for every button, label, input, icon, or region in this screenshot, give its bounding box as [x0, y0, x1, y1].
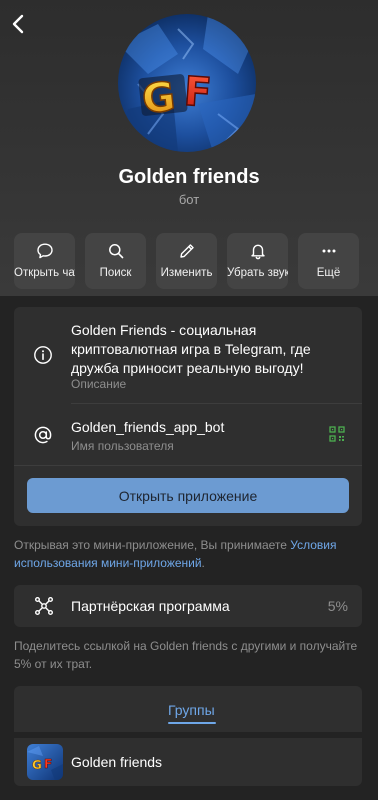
open-chat-button[interactable]: Открыть чат	[14, 233, 75, 289]
svg-text:G: G	[140, 74, 177, 123]
bell-icon	[250, 244, 265, 260]
search-icon	[108, 244, 123, 259]
profile-header: G F Golden friends бот Открыть чат Поиск…	[0, 0, 378, 296]
bot-type-label: бот	[178, 192, 200, 207]
mute-label: Убрать звук	[227, 267, 288, 279]
svg-text:F: F	[182, 69, 212, 117]
open-app-button[interactable]: Открыть приложение	[27, 478, 349, 513]
tab-active-indicator	[168, 722, 216, 724]
partner-program-note: Поделитесь ссылкой на Golden friends с д…	[14, 639, 358, 671]
action-bar: Открыть чат Поиск Изменить Убрать звук Е…	[14, 233, 362, 289]
back-arrow-icon	[12, 14, 24, 34]
username-text[interactable]: Golden_friends_app_bot	[71, 419, 224, 435]
bot-name: Golden friends	[118, 166, 260, 188]
qr-code-icon[interactable]	[329, 426, 345, 442]
mini-app-terms-note: Открывая это мини-приложение, Вы принима…	[14, 536, 360, 572]
more-label: Ещё	[316, 267, 341, 279]
group-list-item[interactable]: G F Golden friends	[14, 738, 362, 786]
partner-program-row[interactable]: Партнёрская программа 5%	[14, 585, 362, 627]
description-caption: Описание	[71, 377, 127, 391]
tab-groups[interactable]: Группы	[168, 702, 215, 718]
back-button[interactable]	[6, 10, 32, 38]
svg-text:F: F	[44, 757, 52, 771]
partner-program-label: Партнёрская программа	[71, 598, 230, 614]
more-dots-icon	[322, 249, 335, 253]
edit-button[interactable]: Изменить	[156, 233, 217, 289]
edit-label: Изменить	[160, 267, 213, 279]
open-chat-label: Открыть чат	[14, 267, 75, 279]
partner-program-value: 5%	[327, 598, 348, 614]
more-button[interactable]: Ещё	[298, 233, 359, 289]
group-avatar: G F	[27, 744, 63, 780]
search-label: Поиск	[99, 267, 132, 279]
pencil-icon	[179, 244, 194, 258]
mute-button[interactable]: Убрать звук	[227, 233, 288, 289]
chat-bubble-icon	[36, 243, 53, 259]
group-name: Golden friends	[71, 754, 163, 770]
search-button[interactable]: Поиск	[85, 233, 146, 289]
divider	[71, 403, 362, 404]
svg-text:G: G	[32, 758, 42, 772]
groups-tab-bar: Группы	[14, 686, 362, 732]
network-icon	[35, 597, 53, 615]
description-text[interactable]: Golden Friends - социальная криптовалютн…	[71, 321, 353, 378]
info-icon	[34, 346, 52, 364]
golden-friends-logo: G F	[118, 14, 256, 152]
username-caption: Имя пользователя	[71, 439, 174, 453]
divider	[14, 465, 362, 466]
golden-friends-group-logo: G F	[27, 744, 63, 780]
at-sign-icon	[34, 426, 52, 444]
bot-avatar[interactable]: G F	[118, 14, 256, 152]
terms-suffix: .	[201, 556, 205, 570]
bot-info-card: Golden Friends - социальная криптовалютн…	[14, 307, 362, 526]
terms-prefix: Открывая это мини-приложение, Вы принима…	[14, 538, 291, 552]
